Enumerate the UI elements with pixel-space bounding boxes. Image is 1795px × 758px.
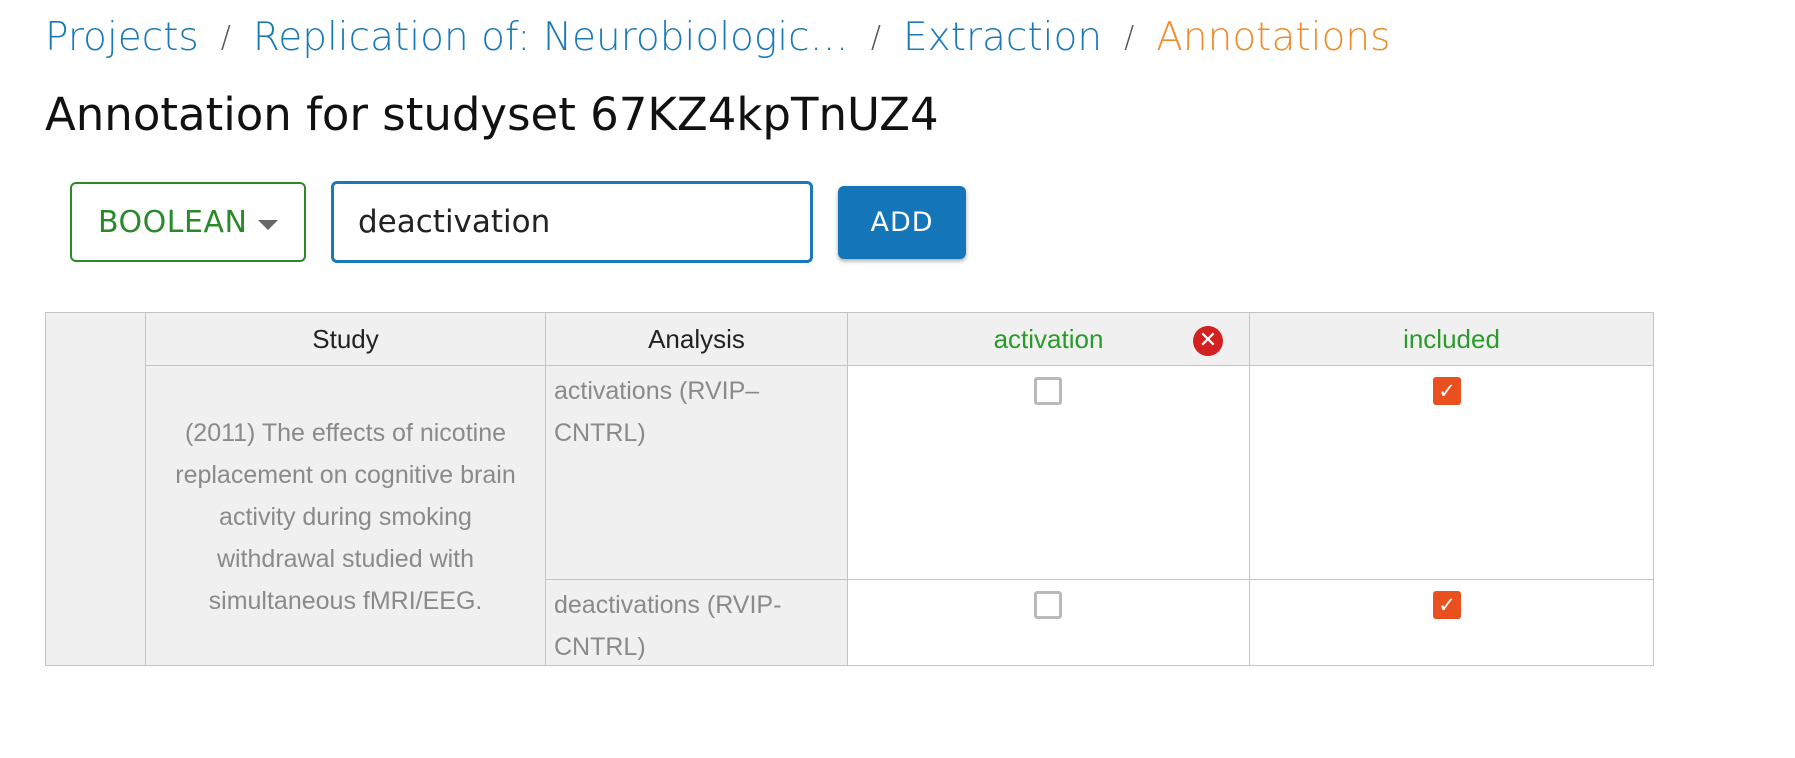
included-checkbox[interactable]: ✓ [1433, 377, 1461, 405]
checkmark-icon: ✓ [1438, 379, 1456, 403]
breadcrumb-separator: / [1124, 19, 1135, 55]
header-study: Study [145, 312, 546, 366]
page-title: Annotation for studyset 67KZ4kpTnUZ4 [45, 88, 939, 141]
breadcrumb-separator: / [220, 19, 231, 55]
breadcrumb-projects[interactable]: Projects [45, 15, 199, 60]
table-cell-included: ✓ [1249, 579, 1654, 666]
header-included-label: included [1403, 323, 1500, 354]
study-cell: (2011) The effects of nicotine replaceme… [145, 365, 546, 666]
checkmark-icon: ✓ [1438, 593, 1456, 617]
header-analysis: Analysis [545, 312, 848, 366]
add-annotation-button[interactable]: ADD [838, 186, 966, 259]
table-cell-activation [847, 579, 1250, 666]
annotation-type-value: BOOLEAN [98, 204, 248, 240]
activation-checkbox[interactable] [1034, 591, 1062, 619]
annotation-type-select[interactable]: BOOLEAN [70, 182, 306, 262]
close-circle-icon[interactable]: ✕ [1193, 326, 1223, 356]
breadcrumb-project-name[interactable]: Replication of: Neurobiological i... [253, 15, 849, 60]
analysis-name: activations (RVIP–CNTRL) [554, 377, 760, 447]
table-cell-activation [847, 365, 1250, 580]
table-cell-included: ✓ [1249, 365, 1654, 580]
header-activation-label: activation [993, 323, 1104, 354]
table-row-analysis: deactivations (RVIP-CNTRL) [545, 579, 848, 666]
caret-down-icon [258, 220, 278, 230]
header-column-activation: activation ✕ [847, 312, 1250, 366]
analysis-name: deactivations (RVIP-CNTRL) [554, 591, 782, 661]
study-title: (2011) The effects of nicotine replaceme… [175, 419, 516, 615]
included-checkbox[interactable]: ✓ [1433, 591, 1461, 619]
annotation-table: Study Analysis activation ✕ included (20… [45, 312, 1654, 666]
breadcrumb-extraction[interactable]: Extraction [903, 15, 1102, 60]
table-row-analysis: activations (RVIP–CNTRL) [545, 365, 848, 580]
row-header-gutter [45, 312, 146, 666]
breadcrumb: Projects / Replication of: Neurobiologic… [45, 10, 1390, 64]
header-column-included: included [1249, 312, 1654, 366]
breadcrumb-annotations: Annotations [1156, 14, 1391, 60]
activation-checkbox[interactable] [1034, 377, 1062, 405]
breadcrumb-separator: / [870, 19, 881, 55]
annotation-name-input[interactable] [331, 181, 813, 263]
